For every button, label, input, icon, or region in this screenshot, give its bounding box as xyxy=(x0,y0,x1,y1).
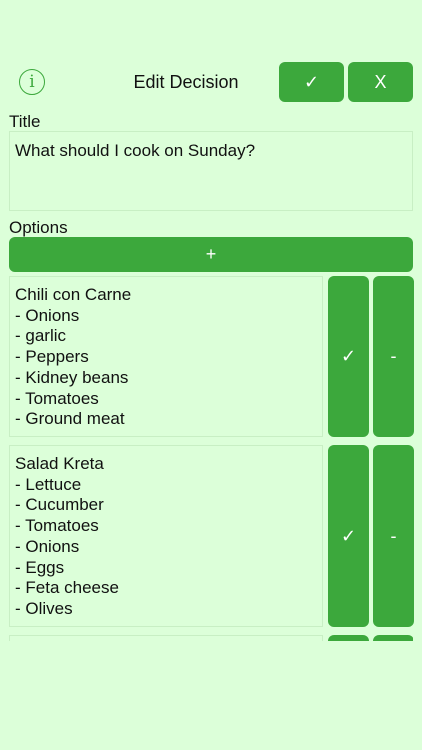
close-icon: X xyxy=(374,71,387,92)
cancel-button[interactable]: X xyxy=(348,62,413,102)
navigation-bar: i Edit Decision ✓ X xyxy=(0,60,422,104)
page-title: Edit Decision xyxy=(133,72,239,92)
remove-option-button[interactable]: - xyxy=(373,445,414,627)
checkmark-icon: ✓ xyxy=(340,346,357,366)
remove-option-button[interactable]: - xyxy=(373,276,414,437)
add-option-button[interactable]: + xyxy=(9,237,413,272)
title-label: Title xyxy=(9,112,41,131)
option-text[interactable]: Chili con Carne - Onions - garlic - Pepp… xyxy=(9,276,323,437)
select-option-button[interactable]: ✓ xyxy=(328,445,369,627)
options-label: Options xyxy=(9,218,68,237)
option-item: Salad Kreta - Lettuce - Cucumber - Tomat… xyxy=(9,445,414,627)
select-option-button[interactable]: ✓ xyxy=(328,276,369,437)
option-item: Chili con Carne - Onions - garlic - Pepp… xyxy=(9,276,414,437)
option-item-partial xyxy=(9,635,413,641)
minus-icon: - xyxy=(390,525,397,546)
minus-icon: - xyxy=(390,346,397,366)
remove-option-button[interactable] xyxy=(373,635,413,641)
confirm-button[interactable]: ✓ xyxy=(279,62,344,102)
option-text[interactable] xyxy=(9,635,323,641)
plus-icon: + xyxy=(205,244,217,264)
title-field[interactable]: What should I cook on Sunday? xyxy=(9,131,413,211)
checkmark-icon: ✓ xyxy=(303,71,320,92)
option-text[interactable]: Salad Kreta - Lettuce - Cucumber - Tomat… xyxy=(9,445,323,627)
info-icon[interactable]: i xyxy=(19,69,45,95)
select-option-button[interactable] xyxy=(328,635,369,641)
checkmark-icon: ✓ xyxy=(340,525,357,546)
